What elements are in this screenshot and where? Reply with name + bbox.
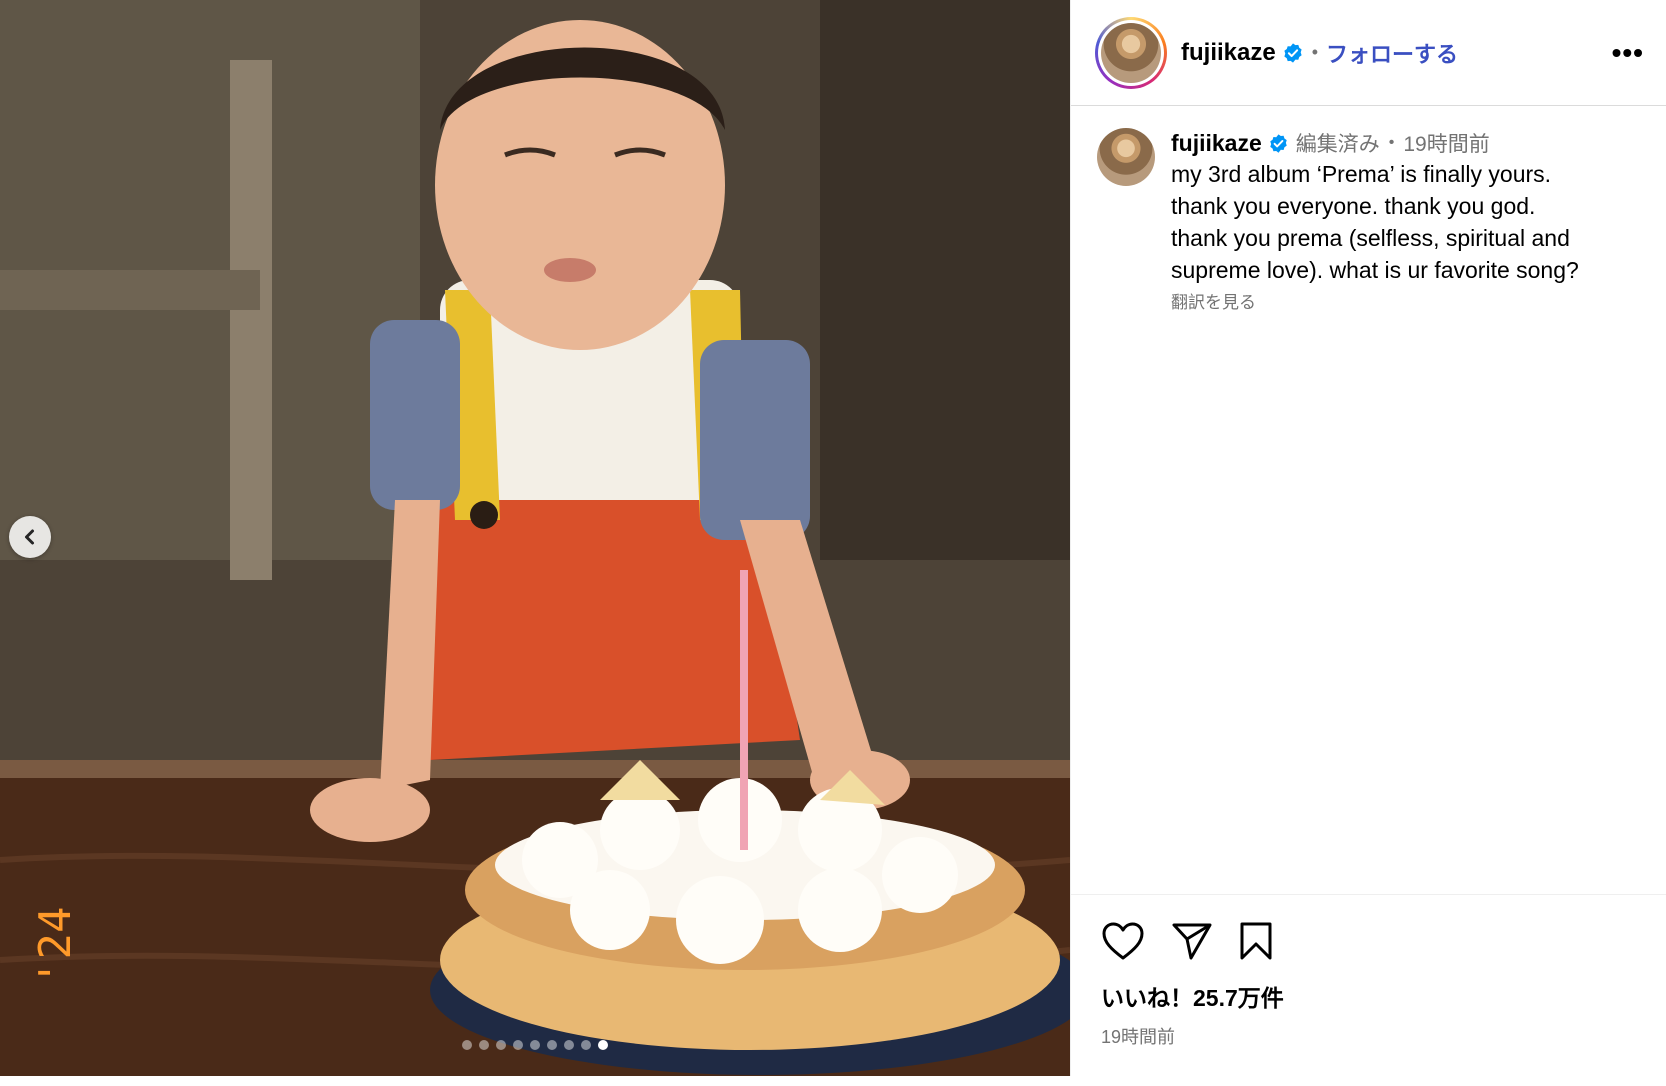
avatar-frame [1098, 19, 1164, 86]
post-sidebar: fujiikaze • フォローする ••• fujiikaze 編集済み • … [1070, 0, 1666, 1076]
post-photo: '24 [0, 0, 1070, 1076]
caption-header: fujiikaze 編集済み • 19時間前 [1171, 128, 1579, 158]
caption-text: my 3rd album ‘Prema’ is finally yours. t… [1171, 161, 1579, 283]
caption: fujiikaze 編集済み • 19時間前 my 3rd album ‘Pre… [1071, 106, 1666, 313]
carousel-dot [513, 1040, 523, 1050]
header-separator: • [1311, 42, 1319, 62]
author-avatar[interactable] [1095, 16, 1167, 89]
carousel-dot [564, 1040, 574, 1050]
like-button[interactable] [1101, 921, 1145, 961]
carousel-dot [581, 1040, 591, 1050]
carousel-indicator [0, 1040, 1070, 1050]
heart-icon [1102, 922, 1144, 960]
more-options-button[interactable]: ••• [1612, 38, 1644, 67]
carousel-dot [547, 1040, 557, 1050]
avatar-image [1101, 22, 1161, 83]
carousel-prev-button[interactable] [9, 516, 51, 558]
svg-text:'24: '24 [30, 907, 81, 986]
caption-body: fujiikaze 編集済み • 19時間前 my 3rd album ‘Pre… [1171, 128, 1579, 313]
caption-time[interactable]: 19時間前 [1403, 128, 1489, 158]
carousel-dot [496, 1040, 506, 1050]
carousel-dot-active [598, 1040, 608, 1050]
verified-badge-icon [1282, 42, 1304, 64]
follow-button[interactable]: フォローする [1326, 37, 1458, 69]
like-count[interactable]: いいね！25.7万件 [1101, 979, 1641, 1013]
caption-avatar[interactable] [1097, 128, 1155, 186]
save-button[interactable] [1239, 921, 1273, 961]
post-footer: いいね！25.7万件 19時間前 [1071, 894, 1666, 1049]
author-username[interactable]: fujiikaze [1181, 39, 1276, 67]
caption-username[interactable]: fujiikaze [1171, 130, 1262, 157]
chevron-left-icon [25, 529, 34, 545]
verified-badge-icon [1268, 133, 1289, 154]
header-user-info: fujiikaze • フォローする [1181, 37, 1612, 69]
post-header: fujiikaze • フォローする ••• [1071, 0, 1666, 106]
carousel-dot [462, 1040, 472, 1050]
bookmark-icon [1240, 922, 1272, 960]
post-media[interactable]: '24 [0, 0, 1070, 1076]
carousel-dot [530, 1040, 540, 1050]
carousel-dot [479, 1040, 489, 1050]
caption-separator: • [1388, 134, 1395, 151]
see-translation-link[interactable]: 翻訳を見る [1171, 288, 1579, 313]
edited-label: 編集済み [1295, 133, 1380, 156]
action-bar [1101, 921, 1641, 961]
post-timestamp[interactable]: 19時間前 [1101, 1023, 1641, 1049]
share-button[interactable] [1171, 921, 1213, 961]
send-icon [1172, 923, 1212, 960]
